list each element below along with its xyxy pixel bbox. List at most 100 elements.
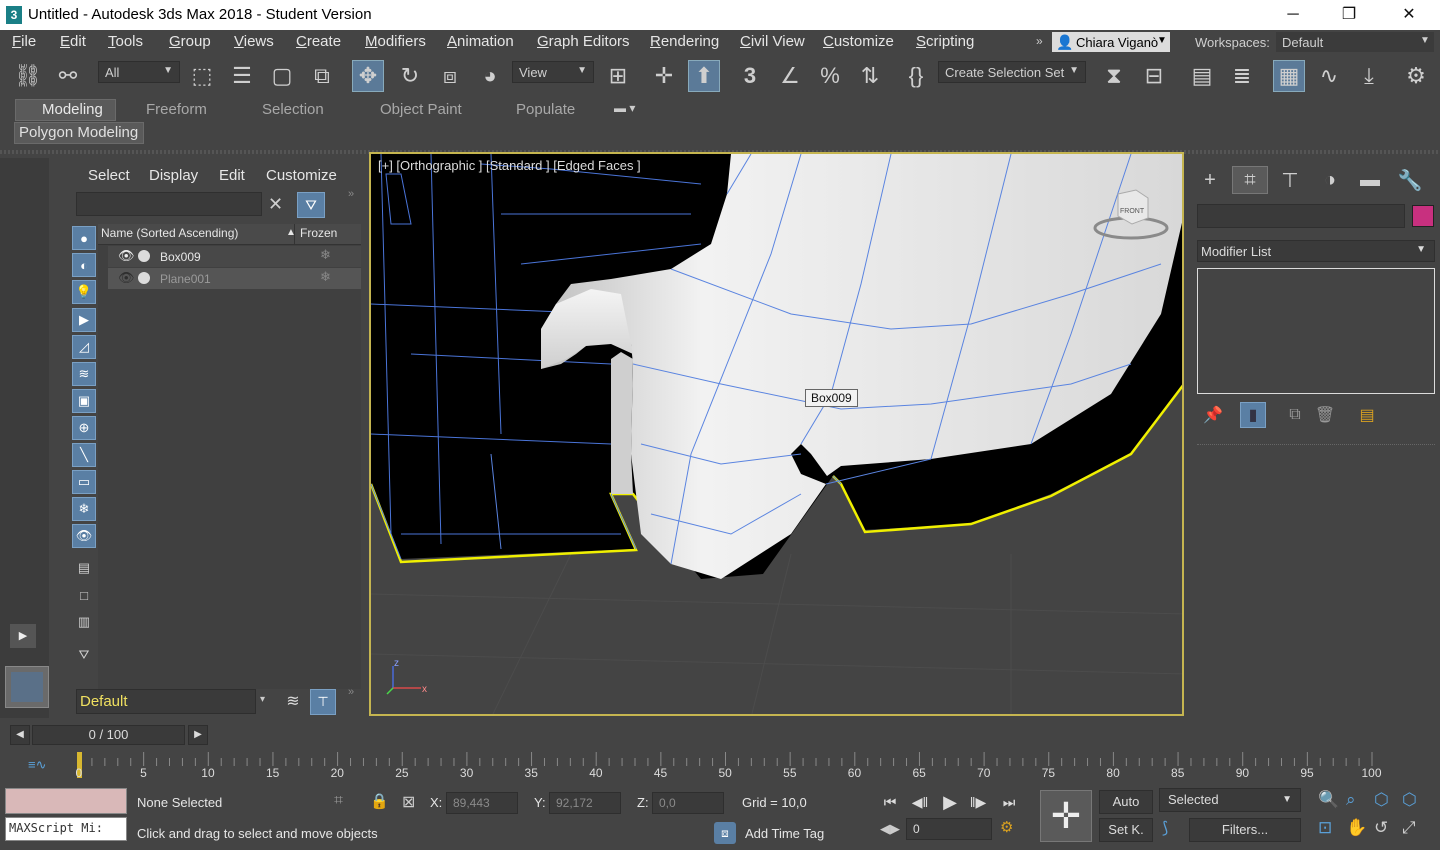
key-mode-toggle-icon[interactable]: ◀▶ — [880, 821, 900, 837]
add-time-tag[interactable]: Add Time Tag — [745, 826, 824, 841]
object-color-swatch[interactable] — [1412, 205, 1434, 227]
align-icon[interactable]: ⊟ — [1138, 60, 1170, 92]
object-name-field[interactable] — [1197, 204, 1405, 228]
workspaces-dropdown[interactable]: Default ▼ — [1276, 32, 1434, 52]
tab-populate[interactable]: Populate — [516, 101, 575, 118]
field-of-view-icon[interactable]: ⊡ — [1318, 818, 1332, 838]
maximize-viewport-icon[interactable]: ⤢ — [1402, 818, 1416, 838]
display-bones-icon[interactable]: ╲ — [72, 443, 96, 467]
current-frame-field[interactable]: 0 — [906, 818, 992, 840]
explorer-search-input[interactable] — [76, 192, 262, 216]
configure-modifier-sets-icon[interactable]: ▤ — [1354, 402, 1380, 428]
display-lights-icon[interactable]: 💡 — [72, 280, 96, 304]
menu-edit[interactable]: Edit — [60, 33, 86, 50]
filter-icon[interactable]: ⛛ — [297, 192, 325, 218]
absolute-mode-icon[interactable]: ⊠ — [402, 792, 415, 812]
viewport-label-menu[interactable]: [+] [Orthographic ] [Standard ] [Edged F… — [378, 158, 641, 173]
unlink-icon[interactable]: ⚯ — [52, 60, 84, 92]
display-groups-icon[interactable]: ▣ — [72, 389, 96, 413]
modifier-stack[interactable] — [1197, 268, 1435, 394]
select-and-scale-icon[interactable]: ⧈ — [434, 60, 466, 92]
hierarchy-icon[interactable]: ⊤ — [310, 689, 336, 715]
display-frozen-icon[interactable]: ❄ — [72, 497, 96, 521]
display-invert-icon[interactable]: ▥ — [72, 610, 96, 634]
menu-views[interactable]: Views — [234, 33, 274, 50]
display-all-icon[interactable]: ▤ — [72, 556, 96, 580]
curve-editor-icon[interactable]: ∿ — [1313, 60, 1345, 92]
remove-modifier-icon[interactable]: 🗑 — [1312, 402, 1338, 428]
menu-create[interactable]: Create — [296, 33, 341, 50]
play-icon[interactable]: ▶ — [937, 792, 963, 812]
menu-graph-editors[interactable]: Graph Editors — [537, 33, 630, 50]
set-key-button[interactable]: Set K. — [1099, 818, 1153, 842]
time-slider[interactable]: 0 / 100 — [32, 725, 185, 745]
user-account-button[interactable]: 👤 Chiara Viganò ▼ — [1052, 32, 1170, 52]
collapse-icon[interactable]: » — [348, 188, 354, 200]
utilities-tab-icon[interactable]: 🔧 — [1392, 166, 1428, 194]
time-slider-next-button[interactable]: ▶ — [188, 725, 208, 745]
zoom-extents-all-icon[interactable]: ⬡ — [1402, 790, 1417, 810]
zoom-all-icon[interactable]: ⌕ — [1346, 790, 1356, 810]
percent-snap-icon[interactable]: % — [814, 60, 846, 92]
display-cameras-icon[interactable]: ▶ — [72, 308, 96, 332]
collapse-icon[interactable]: » — [348, 686, 354, 698]
display-containers-icon[interactable]: ▭ — [72, 470, 96, 494]
layer-dropdown[interactable]: Default — [76, 689, 256, 714]
go-to-end-icon[interactable]: ⏭ — [996, 792, 1022, 812]
display-helpers-icon[interactable]: ◿ — [72, 335, 96, 359]
snaps-toggle-icon[interactable]: 3 — [734, 60, 766, 92]
filter-settings-icon[interactable]: ⛛ — [72, 643, 96, 667]
frozen-icon[interactable]: ❄ — [320, 247, 331, 263]
layer-explorer-icon[interactable]: ≣ — [1226, 60, 1258, 92]
time-slider-prev-button[interactable]: ◀ — [10, 725, 30, 745]
panel-splitter[interactable] — [1197, 444, 1435, 451]
display-shapes-icon[interactable]: ◐ — [72, 253, 96, 277]
display-hidden-icon[interactable]: 👁 — [72, 524, 96, 548]
layers-icon[interactable]: ≋ — [282, 691, 304, 713]
visibility-eye-icon[interactable]: 👁 — [118, 270, 135, 286]
explorer-tab-edit[interactable]: Edit — [219, 167, 245, 184]
time-configuration-icon[interactable]: ⚙ — [1000, 818, 1013, 836]
window-crossing-icon[interactable]: ⧉ — [306, 60, 338, 92]
next-frame-icon[interactable]: ‖▶ — [965, 792, 991, 812]
menu-tools[interactable]: Tools — [108, 33, 143, 50]
previous-frame-icon[interactable]: ◀‖ — [907, 792, 933, 812]
x-coordinate-field[interactable]: 89,443 — [446, 792, 518, 814]
material-editor-icon[interactable]: ⚙ — [1400, 60, 1432, 92]
select-and-rotate-icon[interactable]: ↻ — [394, 60, 426, 92]
keyboard-shortcut-override-icon[interactable]: ⬆ — [688, 60, 720, 92]
menu-scripting[interactable]: Scripting — [916, 33, 974, 50]
select-object-icon[interactable]: ⬚ — [186, 60, 218, 92]
modifier-list-dropdown[interactable]: Modifier List ▼ — [1197, 240, 1435, 262]
lock-selection-icon[interactable]: 🔒 — [370, 792, 389, 810]
menu-modifiers[interactable]: Modifiers — [365, 33, 426, 50]
expand-panel-icon[interactable]: ▶ — [10, 624, 36, 648]
maximize-button[interactable]: ❐ — [1326, 0, 1372, 30]
reference-coordinate-dropdown[interactable]: View ▼ — [512, 61, 594, 83]
visibility-eye-icon[interactable]: 👁 — [118, 248, 135, 264]
polygon-modeling-panel[interactable]: Polygon Modeling — [14, 122, 144, 144]
set-keys-icon[interactable]: ✛ — [1040, 790, 1092, 842]
explorer-tab-customize[interactable]: Customize — [266, 167, 337, 184]
display-geometry-icon[interactable]: ● — [72, 226, 96, 250]
key-filters-icon[interactable]: ⟆ — [1162, 818, 1168, 838]
column-frozen-header[interactable]: Frozen — [300, 226, 337, 240]
clear-search-icon[interactable]: ✕ — [268, 194, 283, 215]
scene-explorer-toggle-icon[interactable]: ▤ — [1186, 60, 1218, 92]
motion-tab-icon[interactable]: ◑ — [1312, 166, 1348, 194]
pivot-center-icon[interactable]: ⊞ — [602, 60, 634, 92]
maxscript-listener-output[interactable] — [5, 788, 127, 814]
maxscript-mini-listener[interactable]: MAXScript Mi: — [5, 817, 127, 841]
spinner-snap-icon[interactable]: ⇅ — [854, 60, 886, 92]
rectangular-selection-icon[interactable]: ▢ — [266, 60, 298, 92]
go-to-start-icon[interactable]: ⏮ — [877, 792, 903, 812]
pan-view-icon[interactable]: ✋ — [1346, 818, 1367, 838]
show-end-result-icon[interactable]: ▮ — [1240, 402, 1266, 428]
y-coordinate-field[interactable]: 92,172 — [549, 792, 621, 814]
table-row[interactable]: 👁 Box009 ❄ — [108, 246, 361, 267]
ribbon-options-icon[interactable]: ▬ ▾ — [614, 101, 635, 115]
display-xrefs-icon[interactable]: ⊕ — [72, 416, 96, 440]
time-tag-icon[interactable]: ⧈ — [714, 822, 736, 844]
viewport-layout-thumbnail[interactable] — [5, 666, 49, 708]
link-icon[interactable]: ⛓ — [12, 60, 44, 92]
